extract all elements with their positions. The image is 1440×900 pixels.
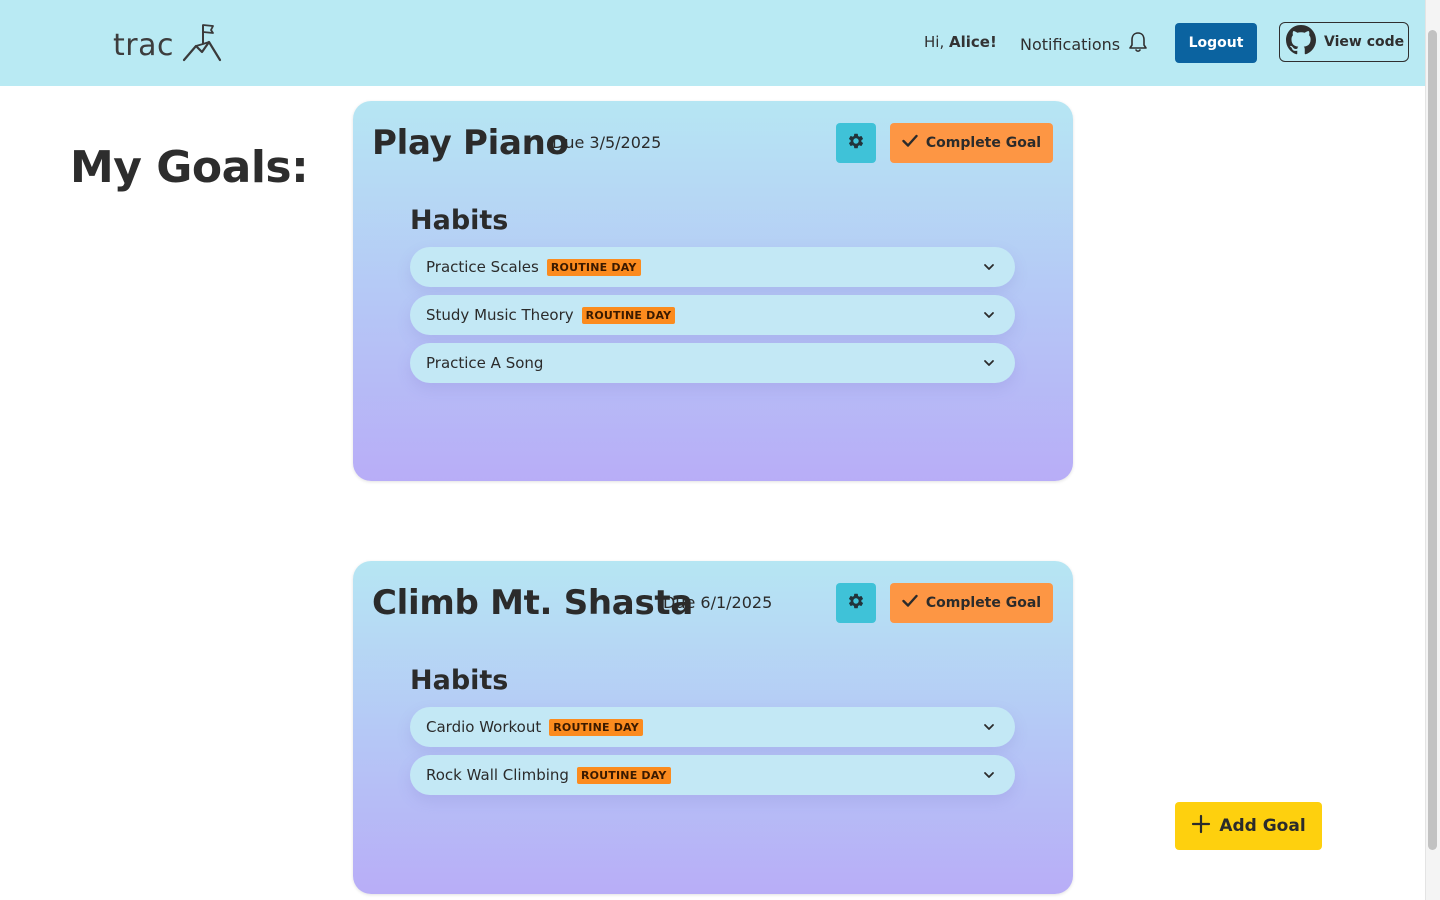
habit-name: Rock Wall Climbing: [426, 766, 569, 784]
goal-settings-button[interactable]: [836, 583, 876, 623]
habit-list: Practice Scales ROUTINE DAY Study Music …: [410, 247, 1015, 391]
complete-goal-button[interactable]: Complete Goal: [890, 123, 1053, 163]
notifications-label: Notifications: [1020, 34, 1121, 54]
github-icon: [1286, 25, 1316, 59]
habit-name: Study Music Theory: [426, 306, 574, 324]
complete-goal-label: Complete Goal: [925, 595, 1042, 611]
gear-icon: [847, 592, 865, 614]
page-title: My Goals:: [70, 142, 309, 193]
habit-name: Cardio Workout: [426, 718, 542, 736]
greeting-prefix: Hi,: [924, 33, 945, 51]
scrollbar-thumb[interactable]: [1428, 30, 1437, 850]
habit-item[interactable]: Study Music Theory ROUTINE DAY: [410, 295, 1015, 335]
habits-heading: Habits: [410, 205, 509, 236]
routine-day-badge: ROUTINE DAY: [546, 258, 641, 276]
routine-day-badge: ROUTINE DAY: [581, 306, 676, 324]
habit-name: Practice A Song: [426, 354, 544, 372]
routine-day-badge: ROUTINE DAY: [576, 766, 671, 784]
logout-button[interactable]: Logout: [1175, 23, 1257, 63]
add-goal-label: Add Goal: [1219, 816, 1306, 836]
habit-list: Cardio Workout ROUTINE DAY Rock Wall Cli…: [410, 707, 1015, 803]
habit-item[interactable]: Practice A Song: [410, 343, 1015, 383]
goal-title: Climb Mt. Shasta: [372, 583, 693, 623]
view-code-label: View code: [1324, 34, 1405, 50]
chevron-down-icon[interactable]: [982, 308, 996, 322]
routine-day-badge: ROUTINE DAY: [549, 718, 643, 736]
chevron-down-icon[interactable]: [982, 356, 996, 370]
gear-icon: [847, 132, 865, 154]
top-nav: trac Hi, Alice! Notifications Logout Vie…: [0, 0, 1425, 86]
goal-card: Play Piano Due 3/5/2025 Complete Goal Ha…: [353, 101, 1073, 481]
logo-link[interactable]: trac: [113, 22, 222, 68]
complete-goal-button[interactable]: Complete Goal: [890, 583, 1053, 623]
complete-goal-label: Complete Goal: [925, 135, 1042, 151]
habits-heading: Habits: [410, 665, 509, 696]
goal-title: Play Piano: [372, 123, 569, 163]
habit-item[interactable]: Practice Scales ROUTINE DAY: [410, 247, 1015, 287]
check-icon: [902, 134, 918, 152]
mountain-flag-icon: [182, 22, 222, 68]
bell-icon: [1128, 31, 1148, 57]
plus-icon: [1191, 814, 1211, 839]
add-goal-button[interactable]: Add Goal: [1175, 802, 1322, 850]
logo-text: trac: [113, 27, 174, 63]
user-name: Alice!: [949, 33, 997, 51]
goal-due-date: Due 6/1/2025: [663, 593, 773, 612]
habit-name: Practice Scales: [426, 258, 539, 276]
habit-item[interactable]: Rock Wall Climbing ROUTINE DAY: [410, 755, 1015, 795]
goal-card: Climb Mt. Shasta Due 6/1/2025 Complete G…: [353, 561, 1073, 894]
goal-settings-button[interactable]: [836, 123, 876, 163]
goals-page: trac Hi, Alice! Notifications Logout Vie…: [0, 0, 1440, 900]
goal-due-date: Due 3/5/2025: [552, 133, 662, 152]
chevron-down-icon[interactable]: [982, 720, 996, 734]
greeting: Hi, Alice!: [924, 33, 997, 51]
habit-item[interactable]: Cardio Workout ROUTINE DAY: [410, 707, 1015, 747]
chevron-down-icon[interactable]: [982, 768, 996, 782]
check-icon: [902, 594, 918, 612]
view-code-button[interactable]: View code: [1279, 22, 1409, 62]
chevron-down-icon[interactable]: [982, 260, 996, 274]
notifications-button[interactable]: Notifications: [1020, 31, 1148, 57]
